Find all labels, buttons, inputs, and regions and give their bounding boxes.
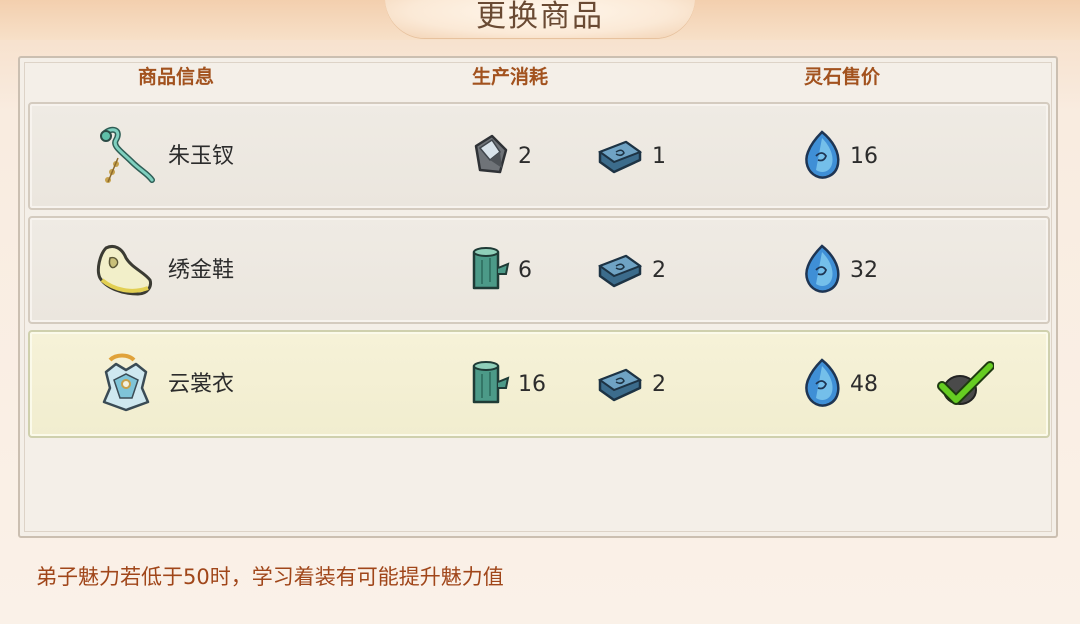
spirit-stone-icon	[805, 358, 840, 407]
goods-row-3[interactable]: 云裳衣 16 2 48	[28, 330, 1050, 438]
ingot-qty: 2	[652, 372, 666, 397]
wood-log-icon	[472, 361, 510, 404]
spirit-ingot-icon	[597, 140, 643, 174]
jade-hairpin-icon	[92, 122, 158, 188]
material-cost: 16	[468, 358, 558, 410]
ingot-cost: 1	[596, 130, 676, 182]
column-header-cost: 生产消耗	[471, 66, 548, 88]
item-name: 朱玉钗	[168, 144, 235, 169]
price: 48	[802, 358, 892, 410]
ingot-cost: 2	[596, 244, 676, 296]
material-qty: 16	[518, 372, 546, 397]
charm-hint: 弟子魅力若低于50时，学习着装有可能提升魅力值	[36, 565, 504, 589]
price-value: 48	[850, 372, 878, 397]
ore-icon	[474, 134, 508, 174]
item-name: 绣金鞋	[168, 258, 235, 283]
material-cost: 6	[468, 244, 548, 296]
price: 32	[802, 244, 892, 296]
ingot-qty: 1	[652, 144, 666, 169]
goods-row-1[interactable]: 朱玉钗 2 1 16	[28, 102, 1050, 210]
checkmark-icon	[936, 360, 995, 410]
column-header-price: 灵石售价	[803, 66, 880, 88]
price-value: 16	[850, 144, 878, 169]
material-qty: 2	[518, 144, 532, 169]
material-cost: 2	[468, 130, 548, 182]
price-value: 32	[850, 258, 878, 283]
material-qty: 6	[518, 258, 532, 283]
column-header-info: 商品信息	[137, 66, 214, 88]
spirit-ingot-icon	[597, 368, 643, 402]
spirit-ingot-icon	[597, 254, 643, 288]
price: 16	[802, 130, 892, 182]
item-name: 云裳衣	[168, 372, 235, 397]
embroidered-shoe-icon	[92, 236, 158, 302]
ingot-qty: 2	[652, 258, 666, 283]
page-title: 更换商品	[476, 0, 604, 34]
ingot-cost: 2	[596, 358, 676, 410]
cloud-robe-icon	[92, 350, 158, 416]
spirit-stone-icon	[805, 130, 840, 179]
wood-log-icon	[472, 247, 510, 290]
spirit-stone-icon	[805, 244, 840, 293]
goods-row-2[interactable]: 绣金鞋 6 2 32	[28, 216, 1050, 324]
